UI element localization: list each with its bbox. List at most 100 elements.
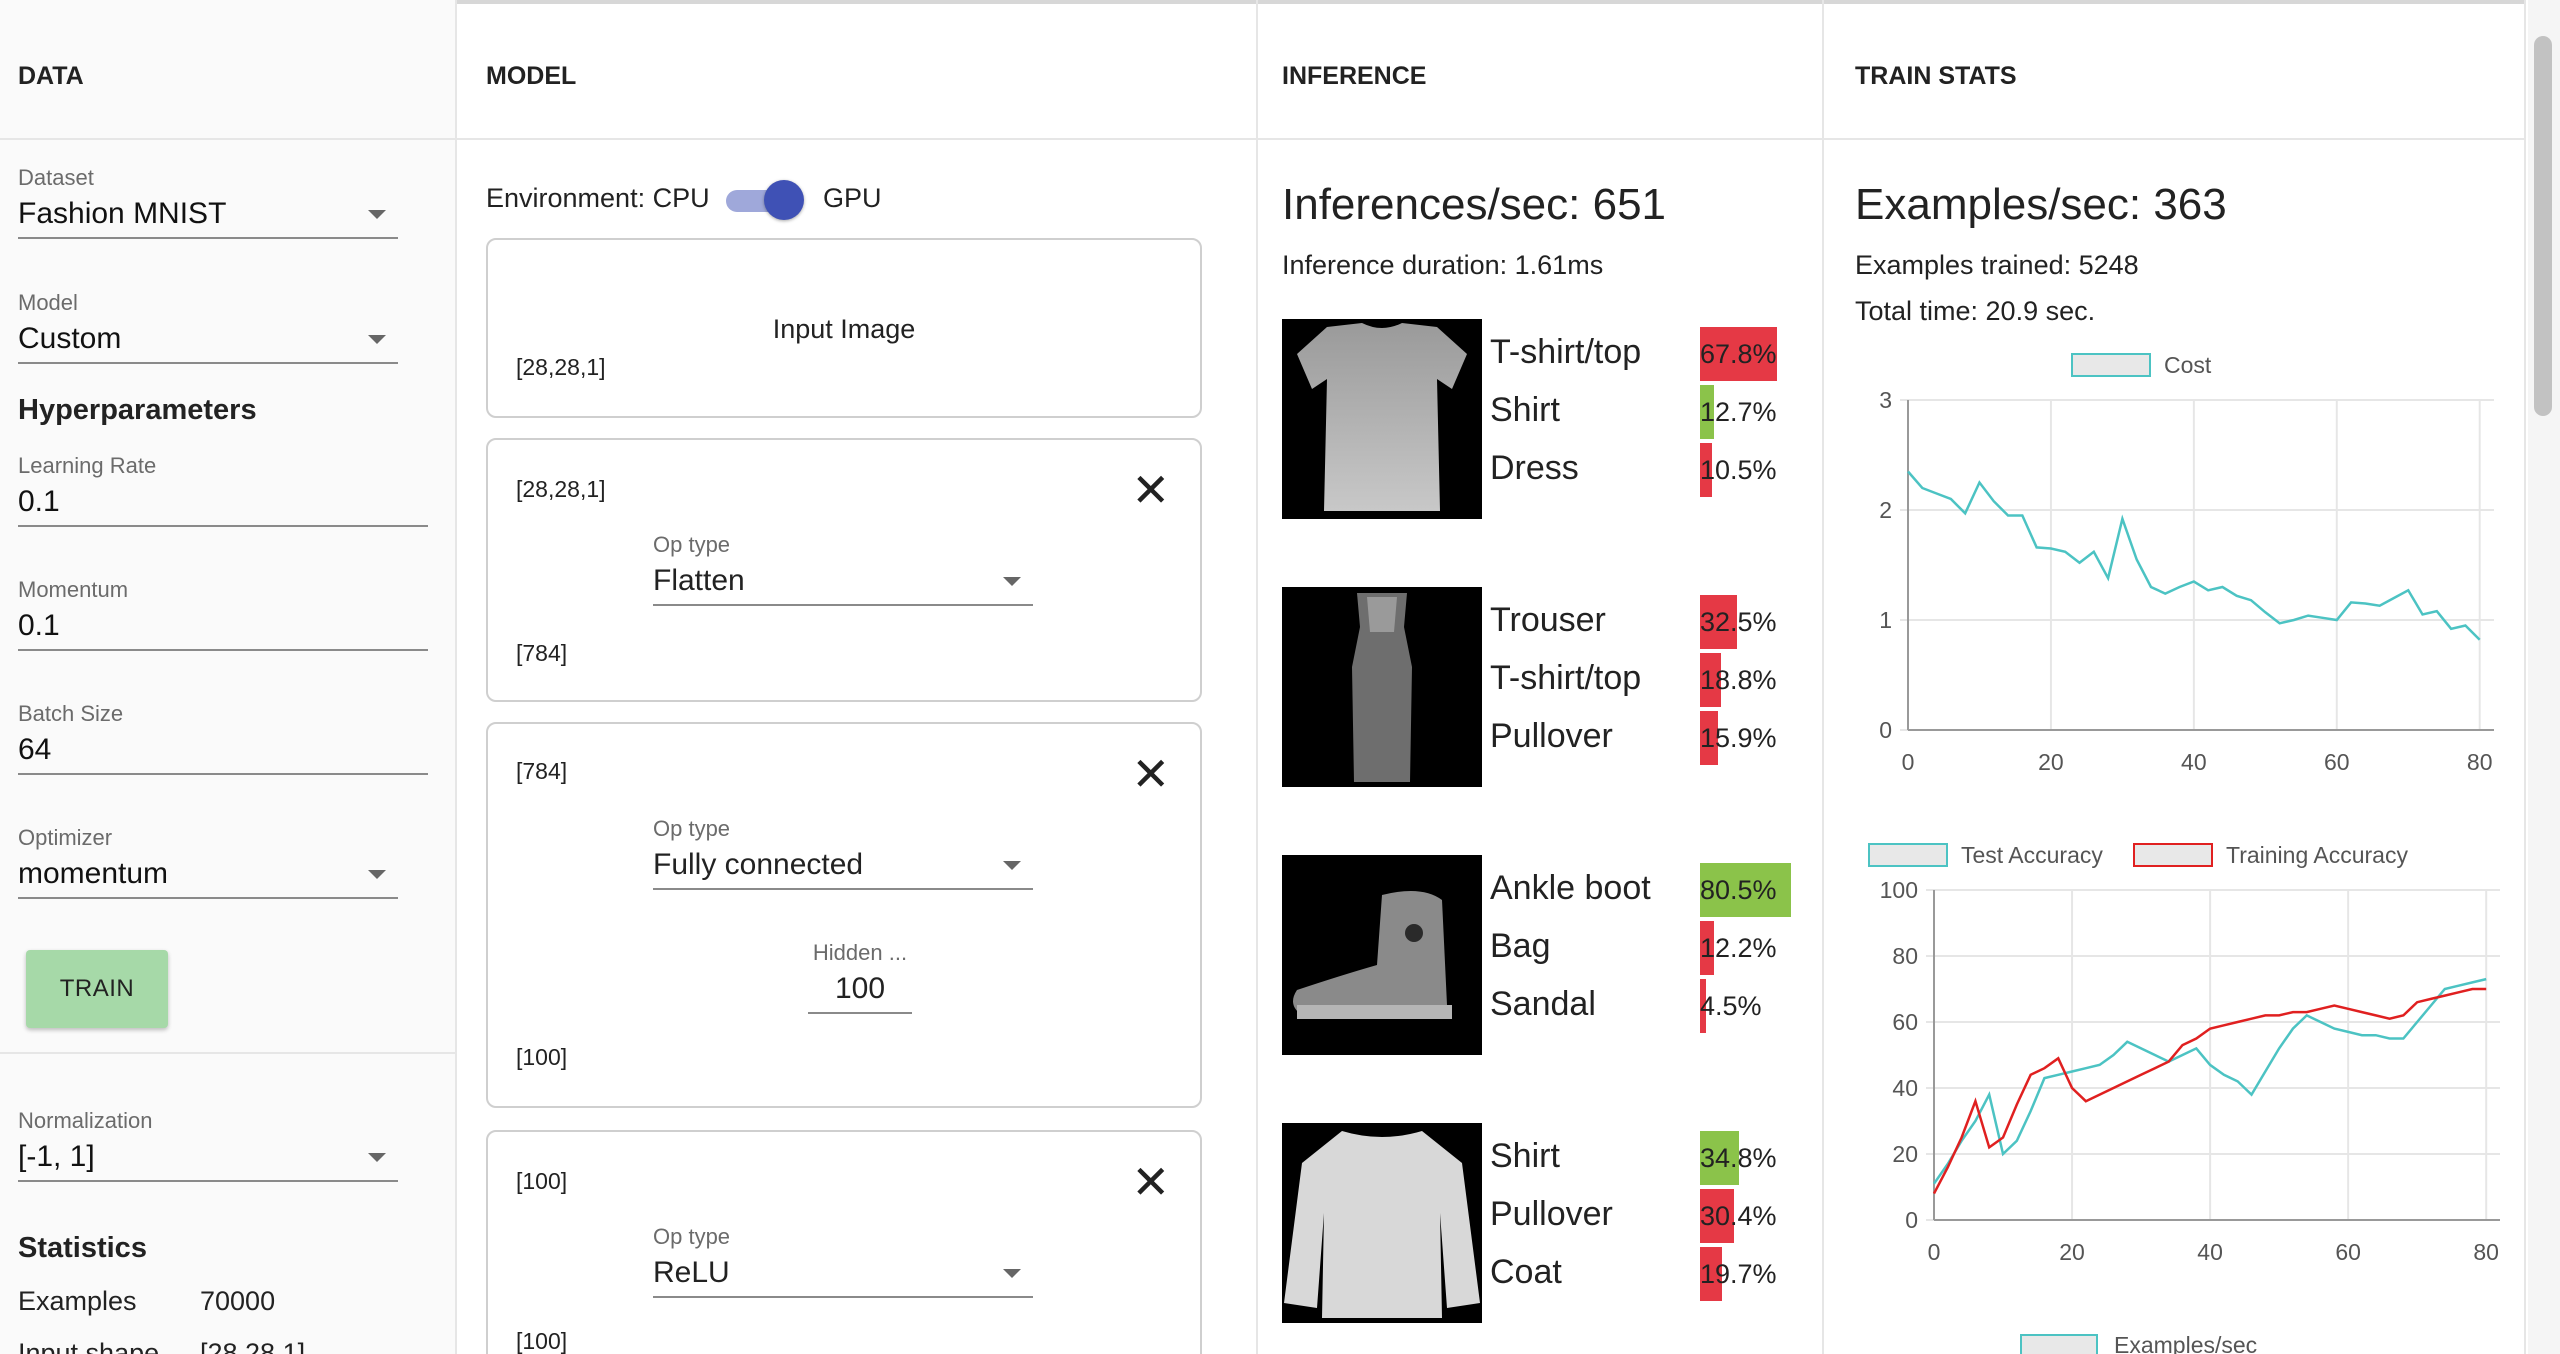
input-layer-card: Input Image [28,28,1] <box>486 238 1202 418</box>
examples-rate: Examples/sec: 363 <box>1855 180 2227 229</box>
y-tick-label: 1 <box>1879 607 1892 633</box>
prediction-row: Dress 10.5% <box>1490 441 1800 499</box>
op-type-select[interactable]: Op type Fully connected <box>653 816 1033 890</box>
accuracy-chart: 0 20 40 60 80 0 20 40 60 80 100 Test Accuracy Traini… <box>1868 842 2500 1265</box>
hidden-units-value[interactable]: 100 <box>808 972 912 1006</box>
divider <box>0 1052 455 1054</box>
normalization-select[interactable]: Normalization [-1, 1] <box>18 1108 398 1182</box>
prediction-label: Trouser <box>1490 601 1606 639</box>
legend-label: Test Accuracy <box>1961 842 2103 868</box>
prediction-label: Coat <box>1490 1253 1562 1291</box>
legend-label: Cost <box>2164 352 2212 378</box>
layer-card: [100] ✕ Op type ReLU [100] <box>486 1130 1202 1354</box>
tshirt-image <box>1282 319 1482 519</box>
prediction-percent: 4.5% <box>1700 991 1762 1021</box>
prediction-row: Coat 19.7% <box>1490 1245 1800 1303</box>
op-type-label: Op type <box>653 816 731 841</box>
learning-rate-label: Learning Rate <box>18 453 157 478</box>
prediction-row: Trouser 32.5% <box>1490 593 1800 651</box>
prediction-row: T-shirt/top 67.8% <box>1490 325 1800 383</box>
train-button[interactable]: TRAIN <box>26 950 168 1028</box>
op-type-select[interactable]: Op type Flatten <box>653 532 1033 606</box>
learning-rate-value[interactable]: 0.1 <box>18 485 428 519</box>
x-tick-label: 60 <box>2335 1239 2361 1265</box>
op-type-select[interactable]: Op type ReLU <box>653 1224 1033 1298</box>
momentum-value[interactable]: 0.1 <box>18 609 428 643</box>
y-tick-label: 0 <box>1905 1207 1918 1233</box>
legend-label: Training Accuracy <box>2226 842 2408 868</box>
legend-swatch <box>2133 843 2213 867</box>
dataset-select[interactable]: Dataset Fashion MNIST <box>18 165 398 239</box>
layer-out-shape: [784] <box>516 640 568 666</box>
optimizer-value: momentum <box>18 857 169 890</box>
prediction-percent: 30.4% <box>1700 1201 1777 1231</box>
prediction-row: Bag 12.2% <box>1490 919 1800 977</box>
environment-toggle-thumb[interactable] <box>764 180 804 220</box>
x-tick-label: 0 <box>1928 1239 1941 1265</box>
close-icon[interactable]: ✕ <box>1131 467 1170 513</box>
hidden-units-field[interactable]: Hidden ... 100 <box>808 940 912 1014</box>
prediction-label: Bag <box>1490 927 1551 965</box>
prediction-label: Shirt <box>1490 1137 1560 1175</box>
hyperparameters-title: Hyperparameters <box>18 394 257 426</box>
prediction-percent: 15.9% <box>1700 723 1777 753</box>
prediction-percent: 18.8% <box>1700 665 1777 695</box>
y-tick-label: 2 <box>1879 497 1892 523</box>
prediction-label: T-shirt/top <box>1490 333 1642 371</box>
layer-out-shape: [100] <box>516 1328 568 1354</box>
chevron-down-icon[interactable] <box>368 870 386 879</box>
op-type-value: ReLU <box>653 1256 730 1289</box>
environment-label: Environment: CPU <box>486 183 710 213</box>
inference-item: Shirt 34.8% Pullover 30.4% Coat 19.7% <box>1282 1123 1802 1323</box>
model-value: Custom <box>18 322 122 355</box>
dataset-value: Fashion MNIST <box>18 197 227 230</box>
normalization-label: Normalization <box>18 1108 153 1133</box>
layer-in-shape: [784] <box>516 758 568 784</box>
total-time: Total time: 20.9 sec. <box>1855 296 2096 326</box>
momentum-field[interactable]: Momentum 0.1 <box>18 577 428 651</box>
close-icon[interactable]: ✕ <box>1131 751 1170 797</box>
chevron-down-icon[interactable] <box>1003 577 1021 586</box>
y-tick-label: 80 <box>1892 943 1918 969</box>
prediction-label: Dress <box>1490 449 1579 487</box>
cost-chart: 0 20 40 60 80 0 1 2 3 Cost <box>1879 352 2494 775</box>
close-icon[interactable]: ✕ <box>1131 1159 1170 1205</box>
chevron-down-icon[interactable] <box>1003 861 1021 870</box>
chevron-down-icon[interactable] <box>368 1153 386 1162</box>
prediction-label: Pullover <box>1490 717 1613 755</box>
x-tick-label: 0 <box>1902 749 1915 775</box>
y-tick-label: 0 <box>1879 717 1892 743</box>
chevron-down-icon[interactable] <box>368 335 386 344</box>
learning-rate-field[interactable]: Learning Rate 0.1 <box>18 453 428 527</box>
x-tick-label: 20 <box>2059 1239 2085 1265</box>
y-tick-label: 100 <box>1880 877 1918 903</box>
momentum-label: Momentum <box>18 577 129 602</box>
prediction-label: Shirt <box>1490 391 1560 429</box>
batch-size-field[interactable]: Batch Size 64 <box>18 701 428 775</box>
chevron-down-icon[interactable] <box>1003 1269 1021 1278</box>
train-stats-panel: TRAIN STATS Examples/sec: 363 Examples t… <box>1824 0 2526 1354</box>
prediction-row: Pullover 30.4% <box>1490 1187 1800 1245</box>
data-panel: DATA Dataset Fashion MNIST Model Custom … <box>0 0 457 1354</box>
x-tick-label: 80 <box>2473 1239 2499 1265</box>
input-layer-title: Input Image <box>772 314 916 344</box>
model-select[interactable]: Model Custom <box>18 290 398 364</box>
legend-swatch <box>2020 1334 2098 1354</box>
inference-item: T-shirt/top 67.8% Shirt 12.7% Dress 10.5… <box>1282 319 1802 519</box>
scrollbar-thumb[interactable] <box>2534 36 2552 416</box>
statistics-title: Statistics <box>18 1232 147 1264</box>
chevron-down-icon[interactable] <box>368 210 386 219</box>
op-type-value: Fully connected <box>653 848 864 881</box>
layer-card: [784] ✕ Op type Fully connected Hidden .… <box>486 722 1202 1108</box>
optimizer-select[interactable]: Optimizer momentum <box>18 825 398 899</box>
prediction-percent: 32.5% <box>1700 607 1777 637</box>
inference-duration: Inference duration: 1.61ms <box>1282 250 1604 280</box>
input-shape: [28,28,1] <box>516 354 606 380</box>
batch-size-value[interactable]: 64 <box>18 733 428 767</box>
op-type-label: Op type <box>653 532 731 557</box>
prediction-percent: 34.8% <box>1700 1143 1777 1173</box>
prediction-row: Shirt 12.7% <box>1490 383 1800 441</box>
train-stats-header: TRAIN STATS <box>1824 0 2524 140</box>
dress-image <box>1282 587 1482 787</box>
stat-row-input-shape: Input shape [28,28,1] <box>18 1338 305 1354</box>
